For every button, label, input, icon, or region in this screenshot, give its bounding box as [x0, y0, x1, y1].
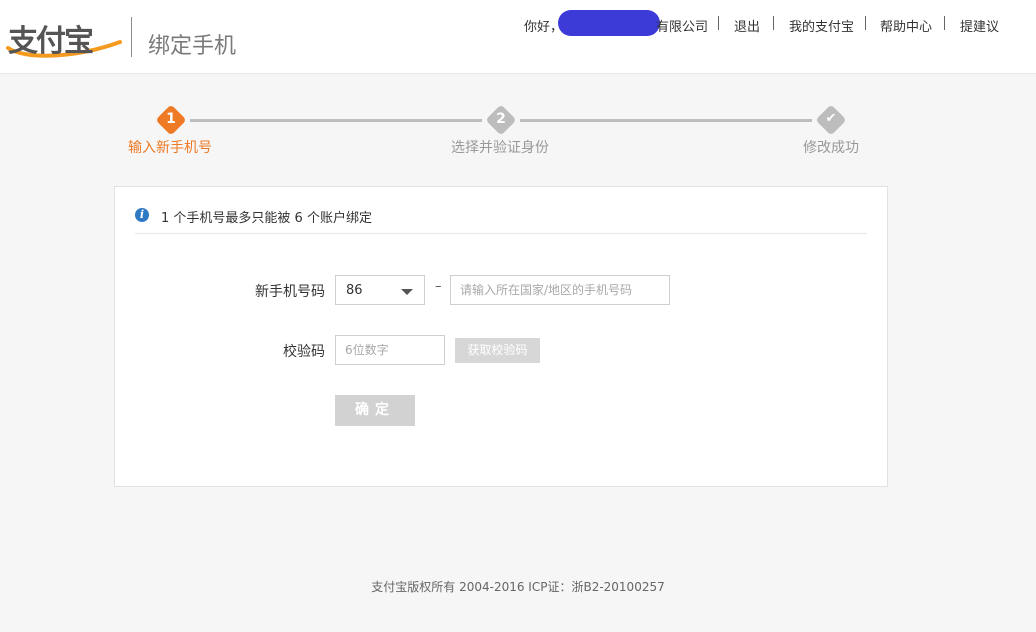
- info-icon: i: [135, 208, 149, 222]
- code-label: 校验码: [283, 344, 325, 360]
- feedback-link[interactable]: 提建议: [960, 16, 999, 35]
- progress-steps: 1 输入新手机号 2 选择并验证身份 ✔ 修改成功: [0, 100, 1036, 170]
- step-connector: [520, 119, 812, 122]
- phone-number-input[interactable]: [450, 275, 670, 305]
- checkmark-icon: ✔: [825, 111, 837, 126]
- my-alipay-link[interactable]: 我的支付宝: [789, 16, 854, 35]
- page-title: 绑定手机: [148, 34, 237, 59]
- nav-divider: [773, 16, 774, 30]
- step-label: 输入新手机号: [128, 140, 212, 156]
- notice-text: 1 个手机号最多只能被 6 个账户绑定: [161, 211, 372, 226]
- separator-dash: –: [435, 279, 442, 294]
- step-number: 2: [496, 111, 506, 127]
- country-code-value: 86: [346, 283, 363, 298]
- chevron-down-icon: [401, 289, 413, 295]
- logo-text: 支付宝: [8, 24, 94, 59]
- alipay-logo[interactable]: 支付宝: [6, 16, 122, 59]
- logout-link[interactable]: 退出: [734, 16, 760, 35]
- confirm-button[interactable]: 确定: [335, 395, 415, 426]
- help-center-link[interactable]: 帮助中心: [880, 16, 932, 35]
- footer-copyright: 支付宝版权所有 2004-2016 ICP证：浙B2-20100257: [371, 580, 665, 594]
- step-label: 选择并验证身份: [451, 140, 549, 156]
- greeting-text: 你好，: [524, 20, 564, 35]
- phone-label: 新手机号码: [255, 284, 325, 300]
- nav-divider: [865, 16, 866, 30]
- bind-phone-panel: i 1 个手机号最多只能被 6 个账户绑定 新手机号码 86 – 校验码 获取校…: [114, 186, 888, 487]
- header: 支付宝 绑定手机 你好， 有限公司 退出 我的支付宝 帮助中心 提建议: [0, 0, 1036, 74]
- username-redaction: [558, 10, 660, 36]
- notice-bar: i 1 个手机号最多只能被 6 个账户绑定: [135, 207, 867, 234]
- nav-divider: [718, 16, 719, 30]
- country-code-select[interactable]: 86: [335, 275, 425, 305]
- header-divider: [131, 17, 132, 57]
- step-number: 1: [166, 111, 176, 127]
- nav-divider: [944, 16, 945, 30]
- company-suffix: 有限公司: [656, 20, 709, 35]
- step-connector: [190, 119, 482, 122]
- get-code-button[interactable]: 获取校验码: [455, 338, 540, 363]
- verification-code-input[interactable]: [335, 335, 445, 365]
- step-label: 修改成功: [803, 140, 859, 156]
